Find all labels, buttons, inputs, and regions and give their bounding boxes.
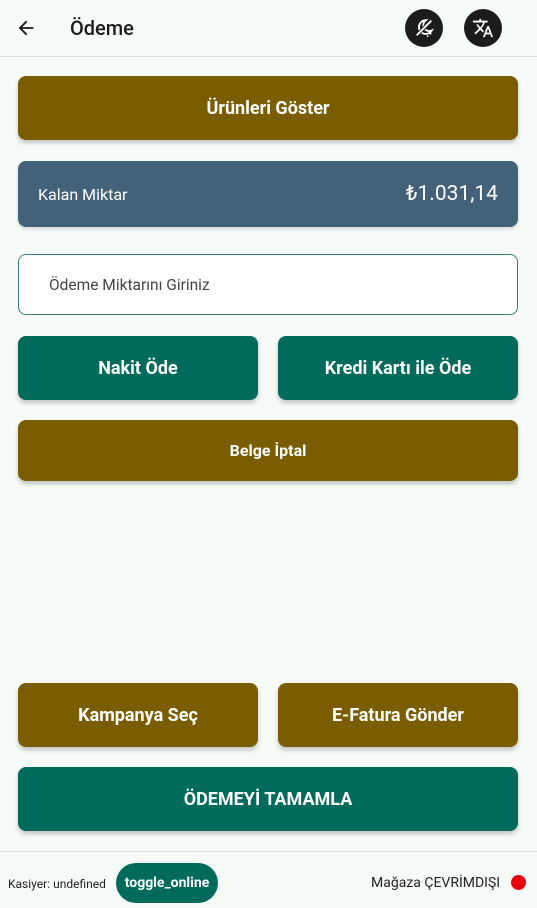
pay-card-button[interactable]: Kredi Kartı ile Öde <box>278 336 518 400</box>
payment-amount-input[interactable] <box>19 255 517 314</box>
arrow-left-icon <box>18 20 34 36</box>
show-products-label: Ürünleri Göster <box>206 97 330 119</box>
pay-cash-label: Nakit Öde <box>98 357 178 379</box>
remaining-label: Kalan Miktar <box>38 184 128 204</box>
payment-amount-field[interactable] <box>18 254 518 315</box>
app-bar: Ödeme <box>0 0 537 57</box>
select-campaign-button[interactable]: Kampanya Seç <box>18 683 258 747</box>
page-title: Ödeme <box>70 16 134 40</box>
complete-payment-label: ÖDEMEYİ TAMAMLA <box>183 788 353 810</box>
send-einvoice-label: E-Fatura Gönder <box>332 704 464 726</box>
complete-payment-button[interactable]: ÖDEMEYİ TAMAMLA <box>18 767 518 831</box>
cashier-label: Kasiyer: undefined <box>8 877 106 891</box>
language-button[interactable] <box>464 9 502 47</box>
cancel-document-button[interactable]: Belge İptal <box>18 420 518 481</box>
status-footer: Kasiyer: undefined toggle_online Mağaza … <box>0 851 537 908</box>
pay-card-label: Kredi Kartı ile Öde <box>324 357 472 379</box>
offline-status-dot <box>511 875 526 890</box>
translate-icon <box>472 18 494 38</box>
store-status-label: Mağaza ÇEVRİMDIŞI <box>371 875 501 891</box>
back-button[interactable] <box>12 14 40 42</box>
theme-toggle-button[interactable] <box>405 9 443 47</box>
remaining-amount-card: Kalan Miktar ₺1.031,14 <box>18 161 518 227</box>
select-campaign-label: Kampanya Seç <box>78 704 198 726</box>
dark-mode-off-icon <box>415 19 435 38</box>
send-einvoice-button[interactable]: E-Fatura Gönder <box>278 683 518 747</box>
pay-cash-button[interactable]: Nakit Öde <box>18 336 258 400</box>
show-products-button[interactable]: Ürünleri Göster <box>18 76 518 140</box>
remaining-amount: ₺1.031,14 <box>405 182 498 206</box>
cancel-document-label: Belge İptal <box>229 441 307 460</box>
toggle-online-label: toggle_online <box>124 875 210 891</box>
toggle-online-button[interactable]: toggle_online <box>116 863 218 903</box>
